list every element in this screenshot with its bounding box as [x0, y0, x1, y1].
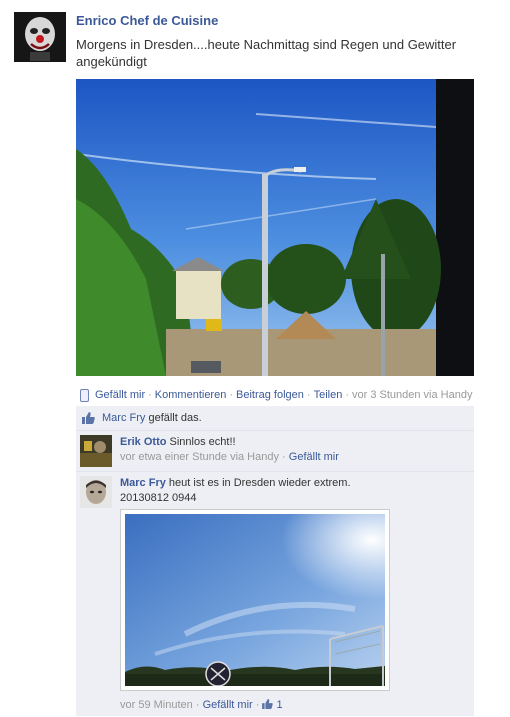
comment-like-link[interactable]: Gefällt mir — [203, 699, 253, 711]
post-photo[interactable] — [76, 79, 474, 376]
comment-text-line2: 20130812 0944 — [120, 492, 197, 504]
comment-author[interactable]: Erik Otto — [120, 436, 166, 448]
comment-body: Erik Otto Sinnlos echt!! vor etwa einer … — [120, 435, 465, 465]
separator-dot: · — [148, 389, 152, 401]
separator-dot: · — [345, 389, 349, 401]
comment-item: Marc Fry heut ist es in Dresden wieder e… — [76, 472, 474, 716]
comment-timestamp[interactable]: vor etwa einer Stunde via Handy — [120, 451, 279, 463]
comment-link[interactable]: Kommentieren — [155, 389, 227, 401]
commenter-avatar[interactable] — [80, 435, 112, 467]
separator-dot: · — [255, 699, 260, 711]
liker-name[interactable]: Marc Fry — [102, 412, 145, 424]
thumbs-up-icon[interactable] — [262, 699, 274, 709]
likes-suffix: gefällt das. — [148, 412, 202, 424]
comment-footer: vor 59 Minuten · Gefällt mir · 1 — [120, 698, 465, 713]
separator-dot: · — [282, 451, 286, 463]
comment-text: Sinnlos echt!! — [169, 436, 236, 448]
author-avatar[interactable] — [14, 12, 66, 62]
follow-post-link[interactable]: Beitrag folgen — [236, 389, 304, 401]
comment-body: Marc Fry heut ist es in Dresden wieder e… — [120, 476, 465, 506]
post-message: Morgens in Dresden....heute Nachmittag s… — [76, 37, 457, 69]
mobile-phone-icon — [80, 388, 89, 402]
comment-photo[interactable] — [125, 514, 385, 686]
post-timestamp[interactable]: vor 3 Stunden via Handy — [352, 389, 472, 401]
comment-photo-frame[interactable] — [120, 509, 390, 691]
post-author-name[interactable]: Enrico Chef de Cuisine — [76, 13, 218, 28]
comment-timestamp[interactable]: vor 59 Minuten — [120, 699, 193, 711]
separator-dot: · — [195, 699, 200, 711]
comment-text: heut ist es in Dresden wieder extrem. — [168, 477, 351, 489]
comment-author[interactable]: Marc Fry — [120, 477, 166, 489]
comment-like-link[interactable]: Gefällt mir — [289, 451, 339, 463]
like-link[interactable]: Gefällt mir — [95, 389, 145, 401]
feedback-box: Marc Fry gefällt das. Erik Otto Sinnlos … — [76, 406, 474, 716]
share-link[interactable]: Teilen — [314, 389, 343, 401]
post-action-bar: Gefällt mir · Kommentieren · Beitrag fol… — [80, 387, 480, 403]
likes-summary: Marc Fry gefällt das. — [76, 406, 474, 431]
separator-dot: · — [229, 389, 234, 401]
separator-dot: · — [306, 389, 311, 401]
thumbs-up-icon — [82, 412, 95, 424]
commenter-avatar[interactable] — [80, 476, 112, 508]
comment-item: Erik Otto Sinnlos echt!! vor etwa einer … — [76, 431, 474, 472]
comment-like-count[interactable]: 1 — [277, 699, 283, 711]
